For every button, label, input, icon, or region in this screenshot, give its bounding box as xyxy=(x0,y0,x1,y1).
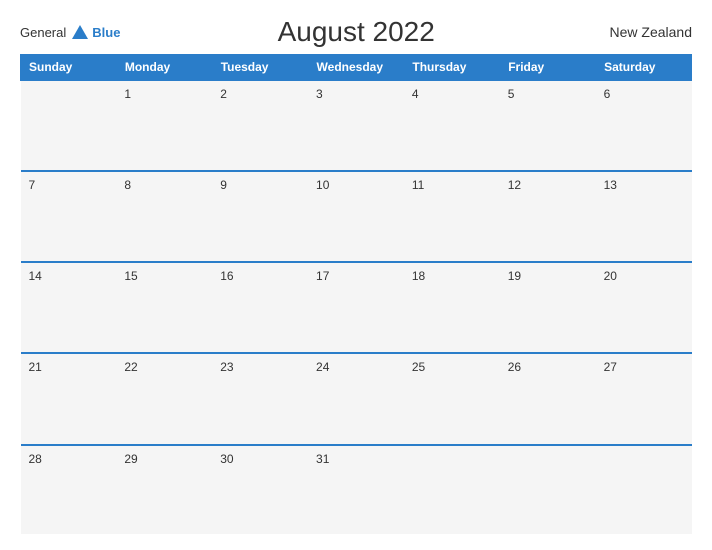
calendar-day-cell: 16 xyxy=(212,262,308,353)
day-number: 18 xyxy=(412,269,425,283)
day-number: 13 xyxy=(604,178,617,192)
calendar-day-cell: 18 xyxy=(404,262,500,353)
calendar-day-cell: 28 xyxy=(21,445,117,534)
calendar-day-cell: 15 xyxy=(116,262,212,353)
day-number: 7 xyxy=(29,178,36,192)
weekday-header-friday: Friday xyxy=(500,55,596,81)
day-number: 26 xyxy=(508,360,521,374)
day-number: 15 xyxy=(124,269,137,283)
calendar-day-cell: 14 xyxy=(21,262,117,353)
logo-triangle-icon xyxy=(72,25,88,39)
calendar-day-cell: 21 xyxy=(21,353,117,444)
top-bar: General Blue August 2022 New Zealand xyxy=(20,16,692,48)
calendar-grid: SundayMondayTuesdayWednesdayThursdayFrid… xyxy=(20,54,692,534)
day-number: 19 xyxy=(508,269,521,283)
day-number: 8 xyxy=(124,178,131,192)
calendar-day-cell: 19 xyxy=(500,262,596,353)
weekday-header-thursday: Thursday xyxy=(404,55,500,81)
logo: General Blue xyxy=(20,25,120,40)
day-number: 3 xyxy=(316,87,323,101)
day-number: 31 xyxy=(316,452,329,466)
day-number: 22 xyxy=(124,360,137,374)
calendar-day-cell: 17 xyxy=(308,262,404,353)
calendar-empty-cell xyxy=(21,80,117,171)
calendar-header: SundayMondayTuesdayWednesdayThursdayFrid… xyxy=(21,55,692,81)
day-number: 16 xyxy=(220,269,233,283)
day-number: 25 xyxy=(412,360,425,374)
calendar-day-cell: 23 xyxy=(212,353,308,444)
weekday-header-saturday: Saturday xyxy=(596,55,692,81)
calendar-day-cell: 8 xyxy=(116,171,212,262)
calendar-week-row: 28 29 30 31 xyxy=(21,445,692,534)
logo-general-text: General xyxy=(20,25,66,40)
day-number: 2 xyxy=(220,87,227,101)
calendar-week-row: 21 22 23 24 25 26 27 xyxy=(21,353,692,444)
weekday-header-wednesday: Wednesday xyxy=(308,55,404,81)
calendar-day-cell: 11 xyxy=(404,171,500,262)
calendar-empty-cell xyxy=(596,445,692,534)
day-number: 1 xyxy=(124,87,131,101)
day-number: 6 xyxy=(604,87,611,101)
day-number: 27 xyxy=(604,360,617,374)
calendar-day-cell: 2 xyxy=(212,80,308,171)
calendar-day-cell: 13 xyxy=(596,171,692,262)
calendar-day-cell: 3 xyxy=(308,80,404,171)
day-number: 11 xyxy=(412,178,424,192)
calendar-day-cell: 30 xyxy=(212,445,308,534)
calendar-day-cell: 31 xyxy=(308,445,404,534)
calendar-day-cell: 27 xyxy=(596,353,692,444)
calendar-day-cell: 25 xyxy=(404,353,500,444)
day-number: 12 xyxy=(508,178,521,192)
calendar-day-cell: 5 xyxy=(500,80,596,171)
day-number: 30 xyxy=(220,452,233,466)
calendar-day-cell: 22 xyxy=(116,353,212,444)
day-number: 10 xyxy=(316,178,329,192)
calendar-day-cell: 7 xyxy=(21,171,117,262)
calendar-body: 1234567891011121314151617181920212223242… xyxy=(21,80,692,534)
day-number: 29 xyxy=(124,452,137,466)
day-number: 5 xyxy=(508,87,515,101)
day-number: 9 xyxy=(220,178,227,192)
day-number: 20 xyxy=(604,269,617,283)
weekday-header-monday: Monday xyxy=(116,55,212,81)
weekday-header-row: SundayMondayTuesdayWednesdayThursdayFrid… xyxy=(21,55,692,81)
calendar-empty-cell xyxy=(500,445,596,534)
day-number: 4 xyxy=(412,87,419,101)
weekday-header-tuesday: Tuesday xyxy=(212,55,308,81)
region-label: New Zealand xyxy=(592,24,692,40)
calendar-week-row: 14 15 16 17 18 19 20 xyxy=(21,262,692,353)
calendar-title: August 2022 xyxy=(120,16,592,48)
calendar-week-row: 1 2 3 4 5 6 xyxy=(21,80,692,171)
day-number: 17 xyxy=(316,269,329,283)
calendar-day-cell: 24 xyxy=(308,353,404,444)
day-number: 28 xyxy=(29,452,42,466)
day-number: 21 xyxy=(29,360,42,374)
calendar-day-cell: 6 xyxy=(596,80,692,171)
calendar-empty-cell xyxy=(404,445,500,534)
day-number: 24 xyxy=(316,360,329,374)
day-number: 23 xyxy=(220,360,233,374)
calendar-day-cell: 26 xyxy=(500,353,596,444)
calendar-day-cell: 10 xyxy=(308,171,404,262)
calendar-week-row: 7 8 9 10 11 12 13 xyxy=(21,171,692,262)
calendar-day-cell: 4 xyxy=(404,80,500,171)
logo-blue-text: Blue xyxy=(92,25,120,40)
calendar-day-cell: 29 xyxy=(116,445,212,534)
day-number: 14 xyxy=(29,269,42,283)
calendar-day-cell: 1 xyxy=(116,80,212,171)
weekday-header-sunday: Sunday xyxy=(21,55,117,81)
calendar-day-cell: 12 xyxy=(500,171,596,262)
calendar-day-cell: 9 xyxy=(212,171,308,262)
calendar-day-cell: 20 xyxy=(596,262,692,353)
